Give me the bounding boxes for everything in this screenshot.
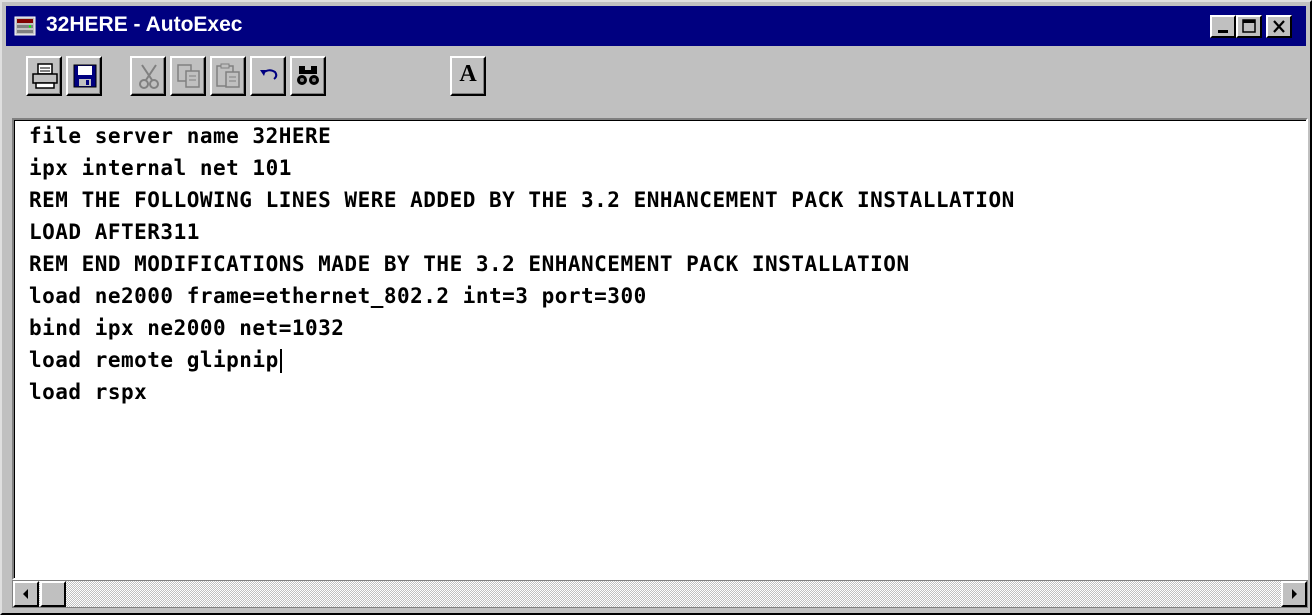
cut-button[interactable] (130, 56, 166, 96)
maximize-icon (1242, 19, 1256, 33)
copy-button[interactable] (170, 56, 206, 96)
editor-line[interactable]: file server name 32HERE (29, 124, 331, 148)
editor-line[interactable]: ipx internal net 101 (29, 156, 292, 180)
editor-line-with-caret[interactable]: load remote glipnip (29, 348, 282, 373)
close-button[interactable] (1266, 15, 1292, 38)
floppy-disk-icon (73, 64, 97, 88)
text-caret (279, 349, 282, 373)
scroll-right-button[interactable] (1281, 581, 1307, 607)
find-button[interactable] (290, 56, 326, 96)
paste-button[interactable] (210, 56, 246, 96)
print-button[interactable] (26, 56, 62, 96)
editor-line[interactable]: REM END MODIFICATIONS MADE BY THE 3.2 EN… (29, 252, 910, 276)
left-arrow-icon (23, 589, 28, 599)
font-button[interactable]: A (450, 56, 486, 96)
editor-line[interactable]: load ne2000 frame=ethernet_802.2 int=3 p… (29, 284, 647, 308)
minimize-icon (1218, 30, 1228, 33)
printer-icon (32, 63, 58, 89)
minimize-button[interactable] (1210, 15, 1236, 38)
window-title: 32HERE - AutoExec (46, 13, 243, 36)
title-bar[interactable]: 32HERE - AutoExec (6, 6, 1306, 46)
binoculars-icon (297, 66, 319, 85)
editor-line[interactable]: bind ipx ne2000 net=1032 (29, 316, 344, 340)
right-arrow-icon (1292, 589, 1297, 599)
autoexec-window: 32HERE - AutoExec A file server name 32H… (0, 0, 1312, 615)
editor-line[interactable]: REM THE FOLLOWING LINES WERE ADDED BY TH… (29, 188, 1015, 212)
scissors-icon (139, 64, 159, 89)
scroll-thumb[interactable] (40, 581, 66, 607)
save-button[interactable] (66, 56, 102, 96)
netware-server-icon (14, 16, 36, 36)
editor-line-text[interactable]: load remote glipnip (29, 348, 279, 372)
undo-arrow-icon (260, 69, 278, 80)
editor-line[interactable]: load rspx (29, 380, 147, 404)
close-icon (1273, 20, 1285, 33)
horizontal-scrollbar[interactable] (12, 580, 1308, 608)
font-icon: A (459, 61, 477, 87)
maximize-button[interactable] (1236, 15, 1262, 38)
editor-line[interactable]: LOAD AFTER311 (29, 220, 200, 244)
scroll-left-button[interactable] (13, 581, 39, 607)
toolbar: A (6, 50, 1306, 112)
undo-button[interactable] (250, 56, 286, 96)
editor-content[interactable]: file server name 32HERE ipx internal net… (14, 120, 1306, 578)
paste-icon (216, 63, 240, 88)
copy-icon (177, 64, 200, 88)
text-editor[interactable]: file server name 32HERE ipx internal net… (12, 118, 1308, 580)
